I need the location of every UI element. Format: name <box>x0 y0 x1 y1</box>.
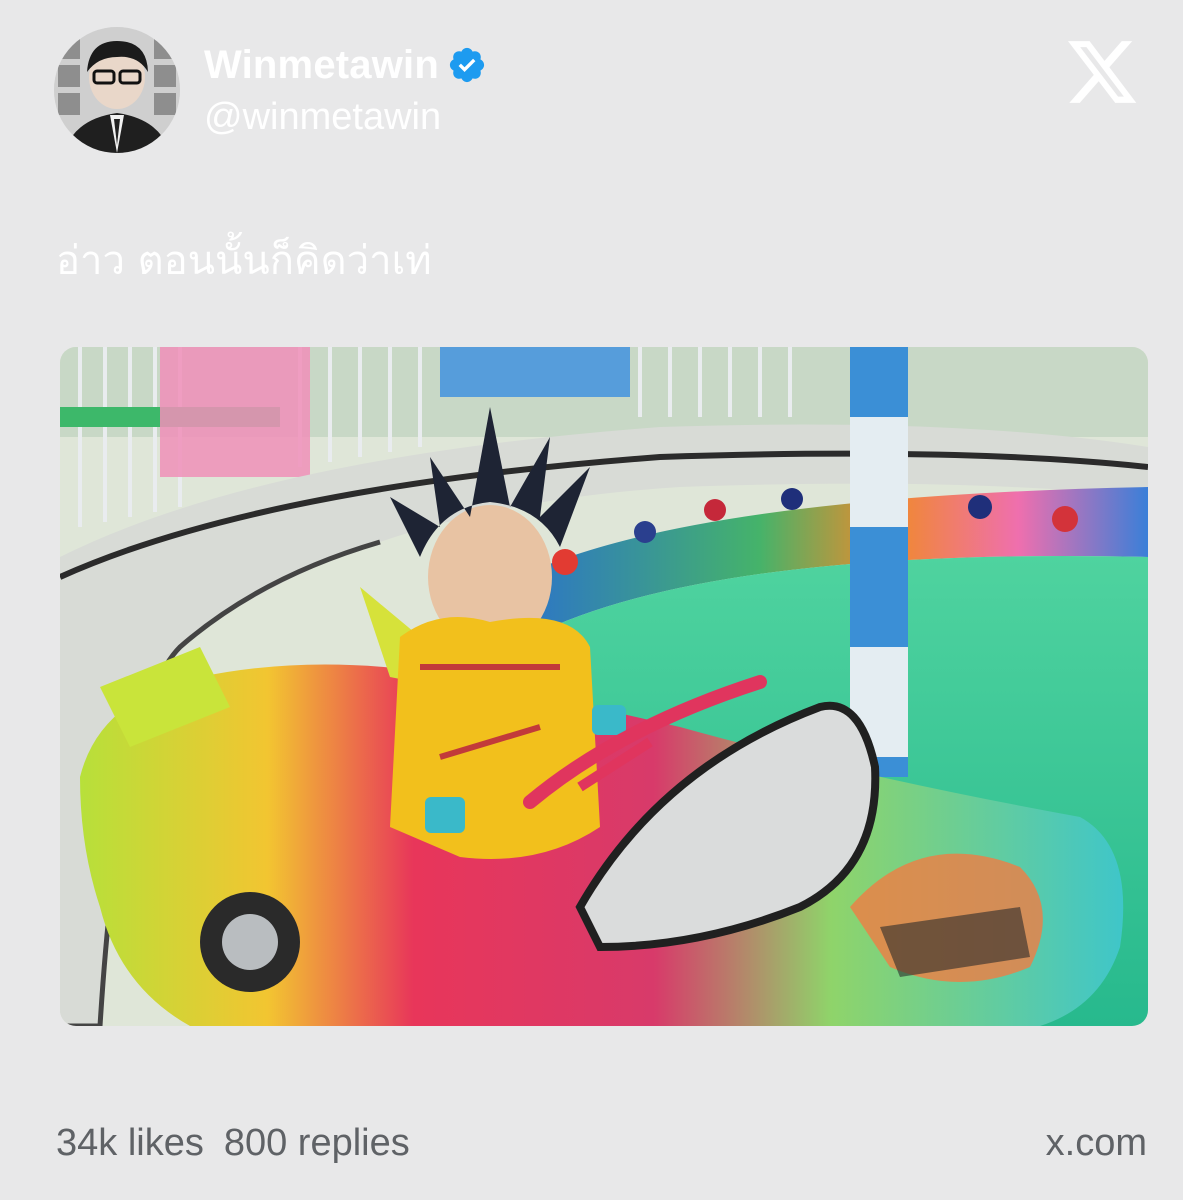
likes-count[interactable]: 34k likes <box>56 1122 204 1165</box>
avatar-image <box>54 27 180 153</box>
post-photo[interactable] <box>60 347 1148 1026</box>
replies-count[interactable]: 800 replies <box>224 1122 410 1165</box>
post-text: อ่าว ตอนนั้นก็คิดว่าเท่ <box>56 238 432 284</box>
post-card: Winmetawin @winmetawin อ่าว ตอนนั้นก็คิด… <box>0 0 1183 1200</box>
source-domain[interactable]: x.com <box>1046 1122 1147 1165</box>
avatar[interactable] <box>54 27 180 153</box>
display-name[interactable]: Winmetawin <box>204 43 439 88</box>
x-logo-icon[interactable] <box>1064 34 1140 110</box>
verified-badge-icon <box>447 45 487 85</box>
user-handle[interactable]: @winmetawin <box>204 96 441 139</box>
post-stats: 34k likes 800 replies <box>56 1122 410 1165</box>
name-row: Winmetawin <box>204 40 487 90</box>
photo-illustration <box>60 347 1148 1026</box>
